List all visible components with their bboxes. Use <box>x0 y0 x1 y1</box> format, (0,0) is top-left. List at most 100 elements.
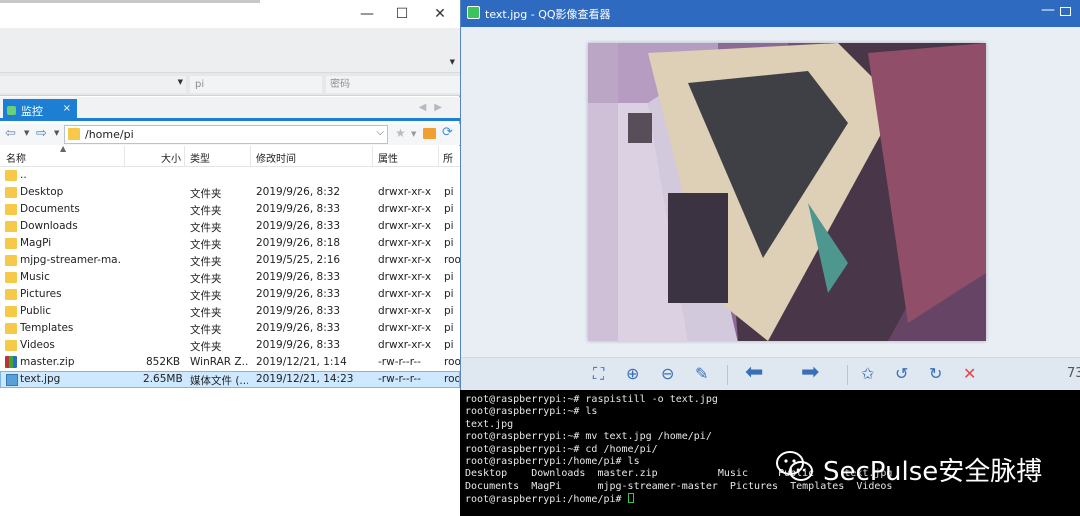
file-row[interactable]: mjpg-streamer-ma... 文件夹 2019/5/25, 2:16 … <box>0 252 460 269</box>
file-modified: 2019/9/26, 8:18 <box>256 237 341 249</box>
watermark-text: SecPulse安全脉搏 <box>823 457 1043 487</box>
file-row[interactable]: Public 文件夹 2019/9/26, 8:33 drwxr-xr-x pi <box>0 303 460 320</box>
file-row[interactable]: Videos 文件夹 2019/9/26, 8:33 drwxr-xr-x pi <box>0 337 460 354</box>
file-type: 文件夹 <box>190 239 222 251</box>
file-row-selected[interactable]: text.jpg 2.65MB 媒体文件 (... 2019/12/21, 14… <box>0 371 460 388</box>
viewer-toolbar: ⛶ ⊕ ⊖ ✎ ⬅ ➡ ✩ ↺ ↻ ✕ 73 <box>461 357 1080 390</box>
close-button[interactable]: ✕ <box>425 4 455 24</box>
chevron-down-icon[interactable]: ⌵ <box>376 127 384 138</box>
folder-icon <box>5 255 17 266</box>
file-owner: roo <box>444 373 459 385</box>
file-perms: drwxr-xr-x <box>378 322 432 334</box>
file-owner: pi <box>444 203 454 215</box>
column-name[interactable]: 名称 <box>6 150 26 165</box>
toolbar-chevron-down-icon[interactable]: ▼ <box>450 58 455 66</box>
photo-rendering <box>588 43 986 341</box>
file-name: Templates <box>20 322 74 334</box>
zoom-out-icon[interactable]: ⊖ <box>661 364 674 383</box>
brush-icon[interactable]: ✎ <box>695 364 708 383</box>
column-type[interactable]: 类型 <box>190 150 210 165</box>
file-row[interactable]: Documents 文件夹 2019/9/26, 8:33 drwxr-xr-x… <box>0 201 460 218</box>
file-row[interactable]: Desktop 文件夹 2019/9/26, 8:32 drwxr-xr-x p… <box>0 184 460 201</box>
file-row[interactable]: Pictures 文件夹 2019/9/26, 8:33 drwxr-xr-x … <box>0 286 460 303</box>
file-owner: pi <box>444 305 454 317</box>
file-owner: roo <box>444 356 460 368</box>
file-perms: drwxr-xr-x <box>378 203 432 215</box>
file-list-header: ▲ 名称 大小 类型 修改时间 属性 所有 <box>0 144 460 180</box>
file-name: MagPi <box>20 237 52 249</box>
column-perms[interactable]: 属性 <box>378 150 398 165</box>
file-row[interactable]: .. <box>0 167 460 184</box>
bookmark-chevron-icon[interactable]: ▼ <box>411 130 416 138</box>
folder-icon <box>5 340 17 351</box>
host-select[interactable]: ▼ <box>0 76 186 93</box>
password-field[interactable]: 密码 <box>326 76 460 93</box>
wechat-icon <box>776 451 813 481</box>
refresh-icon[interactable]: ⟳ <box>442 125 453 140</box>
back-arrow-icon[interactable]: ⇦ <box>5 126 16 141</box>
username-field[interactable]: pi <box>190 76 322 93</box>
file-owner: pi <box>444 271 454 283</box>
terminal-prompt: root@raspberrypi:/home/pi# <box>465 494 628 506</box>
viewer-app-icon <box>467 6 480 19</box>
file-row[interactable]: Music 文件夹 2019/9/26, 8:33 drwxr-xr-x pi <box>0 269 460 286</box>
column-divider[interactable] <box>124 146 125 167</box>
delete-icon[interactable]: ✕ <box>963 364 976 383</box>
back-history-chevron-icon[interactable]: ▼ <box>24 129 29 137</box>
column-divider[interactable] <box>372 146 373 167</box>
folder-icon <box>5 272 17 283</box>
fit-screen-icon[interactable]: ⛶ <box>593 364 604 384</box>
folder-icon <box>5 238 17 249</box>
zoom-level: 73 <box>1067 366 1080 381</box>
file-perms: drwxr-xr-x <box>378 186 432 198</box>
column-divider[interactable] <box>250 146 251 167</box>
next-arrow-icon[interactable]: ➡ <box>801 360 819 385</box>
viewer-title-bar: text.jpg - QQ影像查看器 — <box>461 0 1080 27</box>
file-name: Documents <box>20 203 80 215</box>
column-size[interactable]: 大小 <box>161 150 181 165</box>
tab-scroll-arrows-icon[interactable]: ◀▶ <box>419 102 450 113</box>
tab-close-icon[interactable]: × <box>63 103 71 114</box>
bookmark-star-icon[interactable]: ★ <box>395 126 406 140</box>
file-modified: 2019/12/21, 1:14 <box>256 356 347 368</box>
file-type: 媒体文件 (... <box>190 375 248 387</box>
star-icon[interactable]: ✩ <box>861 364 874 383</box>
forward-history-chevron-icon[interactable]: ▼ <box>54 129 59 137</box>
toolbar-divider <box>727 365 728 385</box>
file-name: mjpg-streamer-ma... <box>20 254 122 266</box>
file-perms: drwxr-xr-x <box>378 305 432 317</box>
path-input[interactable]: /home/pi ⌵ <box>64 125 388 144</box>
viewer-minimize-button[interactable]: — <box>1041 2 1055 18</box>
file-modified: 2019/9/26, 8:33 <box>256 271 341 283</box>
folder-icon <box>5 289 17 300</box>
file-type: 文件夹 <box>190 256 222 268</box>
file-modified: 2019/9/26, 8:33 <box>256 203 341 215</box>
rotate-left-icon[interactable]: ↺ <box>895 364 908 383</box>
viewer-maximize-button[interactable] <box>1060 7 1071 16</box>
file-row[interactable]: Downloads 文件夹 2019/9/26, 8:33 drwxr-xr-x… <box>0 218 460 235</box>
folder-up-icon <box>5 170 17 181</box>
terminal-line: text.jpg <box>465 418 514 430</box>
prev-arrow-icon[interactable]: ⬅ <box>745 360 763 385</box>
file-owner: pi <box>444 322 454 334</box>
column-divider[interactable] <box>438 146 439 167</box>
file-row[interactable]: master.zip 852KB WinRAR Z... 2019/12/21,… <box>0 354 460 371</box>
forward-arrow-icon[interactable]: ⇨ <box>36 126 47 141</box>
displayed-photo[interactable] <box>588 43 986 341</box>
file-size: 2.65MB <box>143 373 183 385</box>
file-modified: 2019/9/26, 8:33 <box>256 305 341 317</box>
file-list: .. Desktop 文件夹 2019/9/26, 8:32 drwxr-xr-… <box>0 167 460 516</box>
minimize-button[interactable]: — <box>352 4 382 24</box>
column-modified[interactable]: 修改时间 <box>256 150 296 165</box>
file-row[interactable]: MagPi 文件夹 2019/9/26, 8:18 drwxr-xr-x pi <box>0 235 460 252</box>
open-folder-icon[interactable] <box>423 128 436 139</box>
file-modified: 2019/9/26, 8:33 <box>256 322 341 334</box>
file-row[interactable]: Templates 文件夹 2019/9/26, 8:33 drwxr-xr-x… <box>0 320 460 337</box>
zoom-in-icon[interactable]: ⊕ <box>626 364 639 383</box>
column-divider[interactable] <box>184 146 185 167</box>
maximize-button[interactable]: ☐ <box>387 4 417 24</box>
rotate-right-icon[interactable]: ↻ <box>929 364 942 383</box>
tab-label: 监控 <box>21 105 43 118</box>
tab-monitor[interactable]: 监控 × <box>3 99 77 121</box>
image-viewer-window: text.jpg - QQ影像查看器 — ⛶ ⊕ ⊖ ✎ ⬅ ➡ ✩ ↺ ↻ ✕… <box>460 0 1080 390</box>
